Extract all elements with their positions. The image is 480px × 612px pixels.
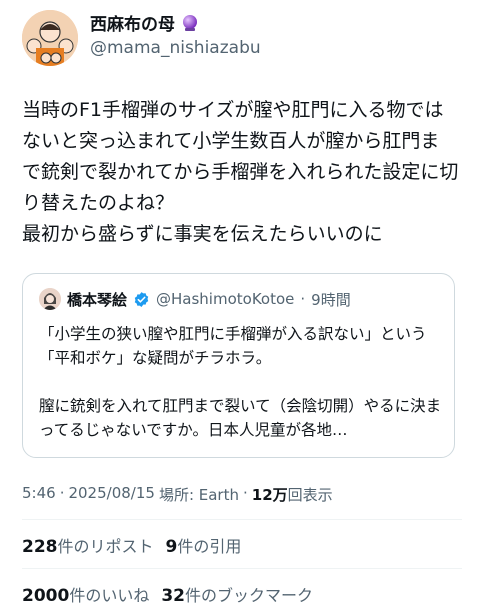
stats-row-reposts: 228件のリポスト 9件の引用 bbox=[22, 533, 241, 557]
bookmarks-count: 32 bbox=[161, 586, 186, 606]
dot-separator: · bbox=[59, 484, 65, 502]
bookmarks-stat[interactable]: 32件のブックマーク bbox=[161, 582, 313, 606]
quoted-author-name[interactable]: 橋本琴絵 bbox=[67, 289, 127, 310]
verified-badge-icon bbox=[134, 291, 149, 307]
author-name-row: 西麻布の母 bbox=[90, 10, 199, 35]
likes-count: 2000 bbox=[22, 586, 70, 606]
likes-stat[interactable]: 2000件のいいね bbox=[22, 582, 149, 606]
quotes-stat[interactable]: 9件の引用 bbox=[166, 533, 242, 557]
author-handle[interactable]: @mama_nishiazabu bbox=[90, 38, 261, 58]
avatar-illustration bbox=[22, 10, 78, 66]
view-count-label: 回表示 bbox=[287, 486, 333, 504]
avatar-photo bbox=[39, 288, 61, 310]
dot-separator: · bbox=[300, 290, 306, 308]
stats-row-likes: 2000件のいいね 32件のブックマーク bbox=[22, 582, 313, 606]
quoted-tweet-text: 「小学生の狭い膣や肛門に手榴弾が入る訳ない」という「平和ボケ」な疑問がチラホラ。… bbox=[39, 322, 449, 442]
quotes-count: 9 bbox=[165, 537, 178, 557]
tweet-time[interactable]: 5:46 bbox=[22, 484, 56, 505]
tweet-meta: 5:46 · 2025/08/15 場所: Earth · 12万回表示 bbox=[22, 484, 333, 505]
tweet-date[interactable]: 2025/08/15 bbox=[68, 484, 154, 505]
reposts-label: 件のリポスト bbox=[57, 537, 154, 556]
quoted-paragraph: 膣に銃剣を入れて肛門まで裂いて（会陰切開）やるに決まってるじゃないですか。日本人… bbox=[39, 397, 442, 439]
bookmarks-label: 件のブックマーク bbox=[185, 586, 314, 605]
quoted-tweet-header: 橋本琴絵 @HashimotoKotoe · 9時間 bbox=[39, 288, 351, 310]
crystal-ball-icon bbox=[183, 14, 197, 31]
divider bbox=[22, 519, 462, 520]
tweet-text: 当時のF1手榴弾のサイズが膣や肛門に入る物ではないと突っ込まれて小学生数百人が膣… bbox=[22, 95, 462, 250]
tweet-line: 当時のF1手榴弾のサイズが膣や肛門に入る物ではないと突っ込まれて小学生数百人が膣… bbox=[22, 99, 444, 152]
dot-separator: · bbox=[242, 484, 248, 502]
view-count: 12万 bbox=[251, 486, 288, 504]
author-avatar[interactable] bbox=[22, 10, 78, 66]
quoted-paragraph: 「小学生の狭い膣や肛門に手榴弾が入る訳ない」という「平和ボケ」な疑問がチラホラ。 bbox=[39, 325, 427, 367]
likes-label: 件のいいね bbox=[69, 586, 150, 605]
tweet-line: で銃剣で裂かれてから手榴弾を入れられた設定に切り替えたのよね？ bbox=[22, 161, 459, 214]
tweet-location: 場所: Earth bbox=[158, 486, 239, 504]
quoted-author-avatar[interactable] bbox=[39, 288, 61, 310]
author-name[interactable]: 西麻布の母 bbox=[90, 10, 175, 35]
quoted-tweet-time[interactable]: 9時間 bbox=[311, 289, 351, 310]
quotes-label: 件の引用 bbox=[177, 537, 242, 556]
quoted-paragraph-spacer bbox=[39, 370, 449, 394]
tweet-line: 最初から盛らずに事実を伝えたらいいのに bbox=[22, 223, 383, 245]
reposts-count: 228 bbox=[22, 537, 58, 557]
quoted-author-handle[interactable]: @HashimotoKotoe bbox=[156, 290, 294, 308]
divider bbox=[22, 568, 462, 569]
quoted-tweet-card[interactable]: 橋本琴絵 @HashimotoKotoe · 9時間 「小学生の狭い膣や肛門に手… bbox=[22, 273, 455, 458]
reposts-stat[interactable]: 228件のリポスト bbox=[22, 533, 154, 557]
